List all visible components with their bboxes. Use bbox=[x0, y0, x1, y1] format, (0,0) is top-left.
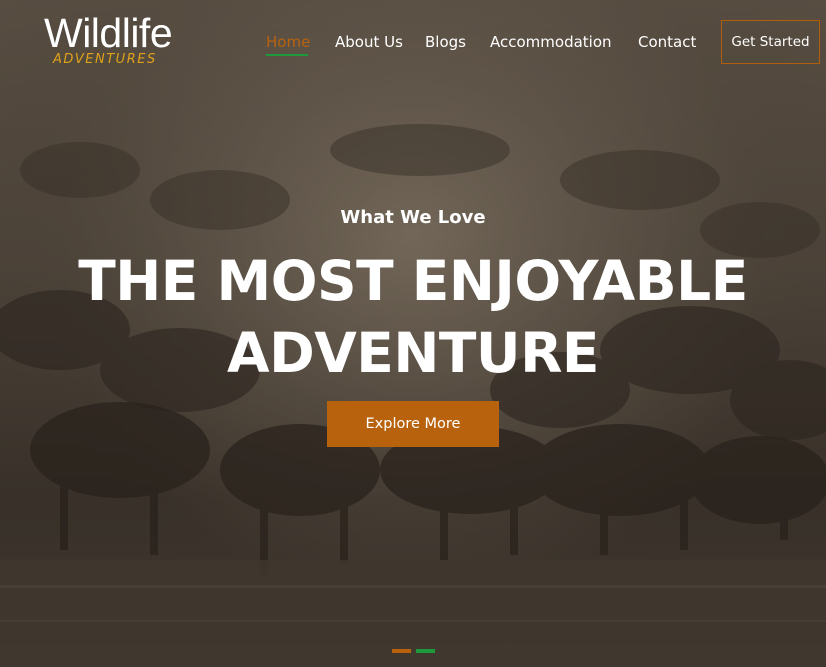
nav-item-blogs[interactable]: Blogs bbox=[425, 33, 466, 51]
brand-title: Wildlife bbox=[44, 10, 173, 56]
nav-item-home[interactable]: Home bbox=[266, 33, 310, 51]
nav-item-contact[interactable]: Contact bbox=[638, 33, 696, 51]
hero-headline-line2: ADVENTURE bbox=[227, 321, 600, 385]
get-started-button[interactable]: Get Started bbox=[721, 20, 820, 64]
slider-dot-1[interactable] bbox=[392, 649, 411, 653]
slider-dot-2[interactable] bbox=[416, 649, 435, 653]
hero-eyebrow: What We Love bbox=[340, 207, 486, 228]
hero-section: Wildlife ADVENTURES Home About Us Blogs … bbox=[0, 0, 826, 667]
hero-headline-line1: THE MOST ENJOYABLE bbox=[78, 249, 748, 313]
nav-item-about-us[interactable]: About Us bbox=[335, 33, 403, 51]
nav-item-accommodation[interactable]: Accommodation bbox=[490, 33, 612, 51]
brand-subtitle: ADVENTURES bbox=[53, 52, 157, 67]
nav-active-indicator bbox=[266, 54, 308, 56]
brand-logo[interactable]: Wildlife ADVENTURES bbox=[44, 10, 173, 67]
explore-more-button[interactable]: Explore More bbox=[327, 401, 499, 447]
